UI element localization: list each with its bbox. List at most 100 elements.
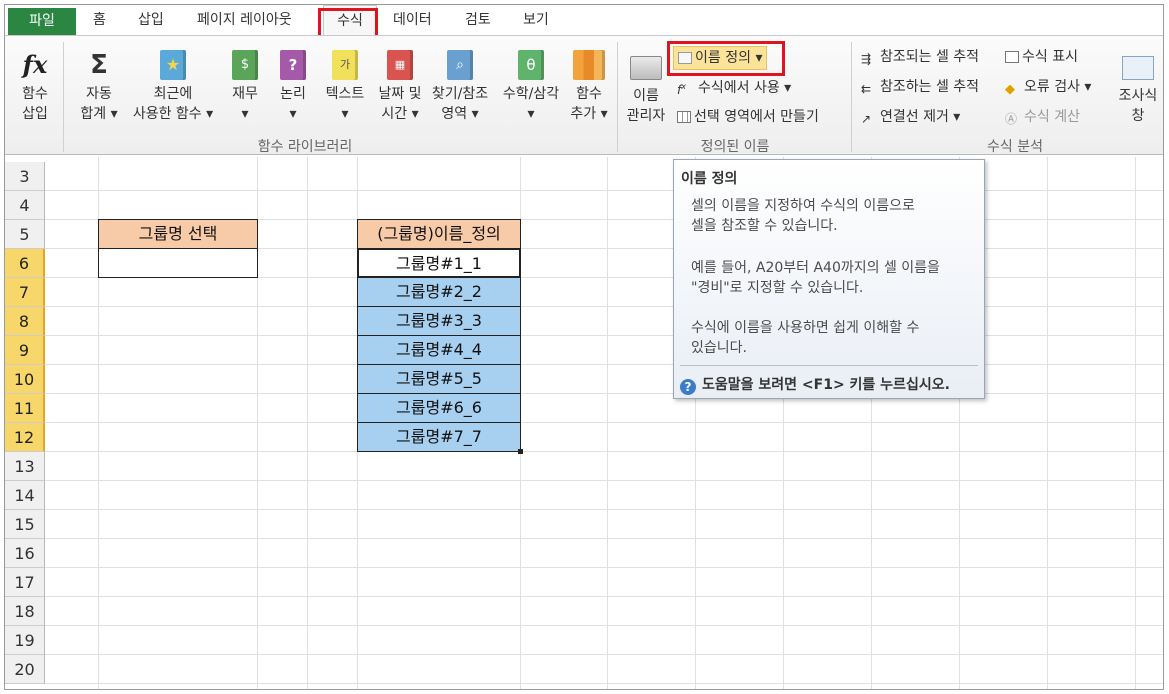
fill-handle[interactable] [518, 449, 523, 454]
row-header[interactable]: 14 [5, 481, 45, 510]
trace-precedents-button[interactable]: ⇶ 참조되는 셀 추적 [861, 46, 979, 68]
separator [63, 42, 64, 152]
error-checking-button[interactable]: ◆ 오류 검사 ▾ [1005, 76, 1091, 98]
autosum-label-1: 자동 [86, 86, 112, 102]
row-header[interactable]: 7 [5, 278, 45, 307]
tooltip-help-text: 도움말을 보려면 <F1> 키를 누르십시오. [702, 377, 950, 393]
row-header[interactable]: 12 [5, 423, 45, 452]
date-time-button[interactable]: ▦ 날짜 및 시간 ▾ [371, 50, 429, 124]
calendar-book-icon: ▦ [387, 50, 413, 80]
remove-arrows-button[interactable]: ↗ 연결선 제거 ▾ [861, 106, 960, 128]
row-header[interactable]: 13 [5, 452, 45, 481]
gridline [307, 157, 308, 689]
math-label-1: 수학/삼각 [502, 86, 560, 102]
show-formulas-button[interactable]: 수식 표시 [1005, 46, 1078, 68]
separator [617, 42, 618, 152]
group-label-defined-names: 정의된 이름 [700, 139, 770, 155]
logical-button[interactable]: ? 논리 ▾ [271, 50, 315, 124]
gridline [45, 364, 1163, 365]
gridline [607, 157, 608, 689]
name-item-cell[interactable]: 그룹명#2_2 [357, 277, 521, 307]
gridline [45, 190, 1163, 191]
tooltip-line: 있습니다. [691, 340, 747, 356]
define-header-cell[interactable]: (그룹명)이름_정의 [357, 219, 521, 249]
tab-data[interactable]: 데이터 [393, 5, 432, 35]
name-item-cell[interactable]: 그룹명#7_7 [357, 422, 521, 452]
warning-icon: ◆ [1005, 82, 1015, 97]
row-header[interactable]: 15 [5, 510, 45, 539]
separator [851, 42, 852, 152]
row-header[interactable]: 9 [5, 336, 45, 365]
text-button[interactable]: 가 텍스트 ▾ [319, 50, 371, 124]
trace-precedents-label: 참조되는 셀 추적 [880, 49, 980, 65]
tab-insert[interactable]: 삽입 [138, 5, 164, 35]
name-item-cell[interactable]: 그룹명#1_1 [357, 248, 521, 278]
tooltip-title: 이름 정의 [681, 171, 738, 187]
fx-small-icon: fx [677, 82, 686, 97]
insert-function-label-2: 삽입 [22, 106, 48, 122]
star-book-icon: ★ [160, 50, 186, 80]
define-name-tooltip: 이름 정의 셀의 이름을 지정하여 수식의 이름으로 셀을 참조할 수 있습니다.… [673, 159, 985, 399]
text-book-icon: 가 [332, 50, 358, 80]
insert-function-label-1: 함수 [22, 86, 48, 102]
tab-review[interactable]: 검토 [465, 5, 491, 35]
gridline [45, 509, 1163, 510]
math-trig-button[interactable]: θ 수학/삼각 ▾ [495, 50, 567, 124]
trace-dependents-label: 참조하는 셀 추적 [880, 79, 980, 95]
row-header[interactable]: 4 [5, 191, 45, 220]
insert-function-button[interactable]: fx 함수 삽입 [13, 50, 57, 124]
row-header[interactable]: 5 [5, 220, 45, 249]
name-item-cell[interactable]: 그룹명#3_3 [357, 306, 521, 336]
lookup-reference-button[interactable]: ⌕ 찾기/참조 영역 ▾ [425, 50, 495, 124]
watch-window-button[interactable]: 조사식 창 [1115, 50, 1161, 126]
more-functions-button[interactable]: 함수 추가 ▾ [565, 50, 613, 124]
tooltip-line: 수식에 이름을 사용하면 쉽게 이해할 수 [691, 320, 920, 336]
recent-label-1: 최근에 [153, 86, 193, 102]
autosum-button[interactable]: Σ 자동 합계 ▾ [71, 50, 127, 124]
create-from-selection-label: 선택 영역에서 만들기 [694, 109, 819, 125]
row-header[interactable]: 19 [5, 626, 45, 655]
group-label-function-library: 함수 라이브러리 [257, 139, 353, 155]
create-from-selection-button[interactable]: 선택 영역에서 만들기 [677, 106, 819, 128]
name-manager-button[interactable]: 이름 관리자 [621, 50, 671, 126]
tab-file[interactable]: 파일 [8, 8, 76, 35]
group-select-header-cell[interactable]: 그룹명 선택 [98, 219, 258, 249]
name-item-cell[interactable]: 그룹명#5_5 [357, 364, 521, 394]
tab-home[interactable]: 홈 [93, 5, 106, 35]
tooltip-para-3: 수식에 이름을 사용하면 쉽게 이해할 수있습니다. [691, 318, 976, 358]
evaluate-formula-button[interactable]: Ⓐ 수식 계산 [1005, 106, 1080, 128]
row-header[interactable]: 10 [5, 365, 45, 394]
row-header[interactable]: 6 [5, 249, 45, 278]
trace-dependents-button[interactable]: ⇇ 참조하는 셀 추적 [861, 76, 979, 98]
row-header[interactable]: 3 [5, 162, 45, 191]
name-item-cell[interactable]: 그룹명#4_4 [357, 335, 521, 365]
gridline [45, 683, 1163, 684]
row-header[interactable]: 16 [5, 539, 45, 568]
tooltip-para-1: 셀의 이름을 지정하여 수식의 이름으로 셀을 참조할 수 있습니다. [691, 196, 976, 236]
group-select-input-cell[interactable] [98, 248, 258, 278]
row-header[interactable]: 20 [5, 655, 45, 684]
worksheet-grid[interactable]: 3 4 5 6 7 8 9 10 11 12 13 14 15 16 17 18… [5, 157, 1163, 689]
name-item-cell[interactable]: 그룹명#6_6 [357, 393, 521, 423]
use-in-formula-label: 수식에서 사용 ▾ [698, 80, 792, 96]
financial-button[interactable]: $ 재무 ▾ [223, 50, 267, 124]
tab-page-layout[interactable]: 페이지 레이아웃 [197, 5, 292, 35]
row-header[interactable]: 8 [5, 307, 45, 336]
fx-icon: fx [22, 50, 48, 79]
trace-dependents-icon: ⇇ [861, 82, 872, 96]
finance-book-icon: $ [232, 50, 258, 80]
recent-functions-button[interactable]: ★ 최근에 사용한 함수 ▾ [123, 50, 223, 124]
row-header[interactable]: 18 [5, 597, 45, 626]
row-header[interactable]: 17 [5, 568, 45, 597]
row-header[interactable]: 11 [5, 394, 45, 423]
tab-view[interactable]: 보기 [523, 5, 549, 35]
evaluate-formula-label: 수식 계산 [1024, 109, 1080, 125]
trace-precedents-icon: ⇶ [861, 52, 872, 66]
lookup-book-icon: ⌕ [447, 50, 473, 80]
define-name-highlight [667, 41, 785, 76]
books-icon [573, 50, 605, 80]
text-label-2: ▾ [341, 106, 349, 122]
gridline [45, 625, 1163, 626]
math-label-2: ▾ [527, 106, 535, 122]
use-in-formula-button[interactable]: fx 수식에서 사용 ▾ [677, 76, 791, 98]
